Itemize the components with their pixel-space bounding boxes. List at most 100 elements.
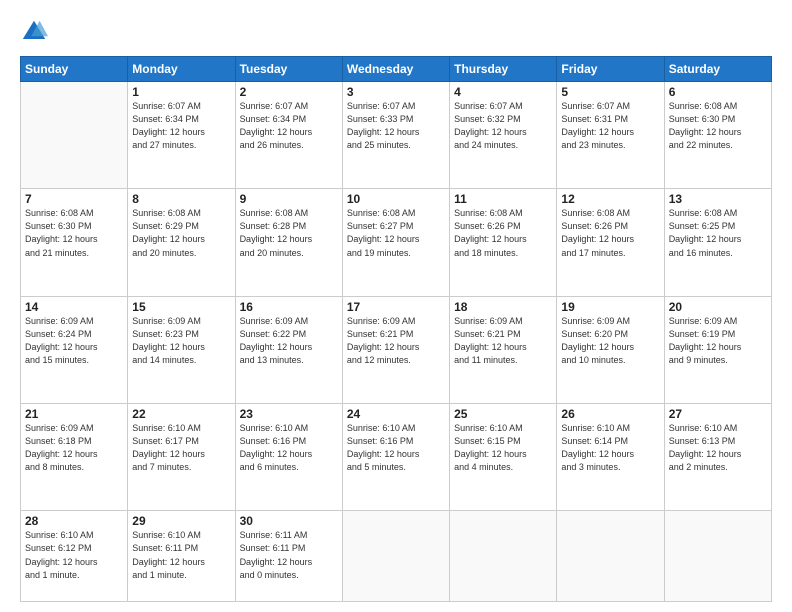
day-number: 22 xyxy=(132,407,230,421)
day-number: 4 xyxy=(454,85,552,99)
calendar-cell: 17Sunrise: 6:09 AM Sunset: 6:21 PM Dayli… xyxy=(342,296,449,403)
week-row-2: 7Sunrise: 6:08 AM Sunset: 6:30 PM Daylig… xyxy=(21,189,772,296)
day-number: 26 xyxy=(561,407,659,421)
calendar-cell: 9Sunrise: 6:08 AM Sunset: 6:28 PM Daylig… xyxy=(235,189,342,296)
calendar-cell xyxy=(557,511,664,602)
day-number: 12 xyxy=(561,192,659,206)
calendar-cell: 13Sunrise: 6:08 AM Sunset: 6:25 PM Dayli… xyxy=(664,189,771,296)
calendar-cell: 20Sunrise: 6:09 AM Sunset: 6:19 PM Dayli… xyxy=(664,296,771,403)
day-info: Sunrise: 6:08 AM Sunset: 6:26 PM Dayligh… xyxy=(454,207,552,259)
day-number: 21 xyxy=(25,407,123,421)
header xyxy=(20,18,772,46)
calendar-cell: 10Sunrise: 6:08 AM Sunset: 6:27 PM Dayli… xyxy=(342,189,449,296)
day-info: Sunrise: 6:10 AM Sunset: 6:13 PM Dayligh… xyxy=(669,422,767,474)
weekday-header-sunday: Sunday xyxy=(21,57,128,82)
calendar-table: SundayMondayTuesdayWednesdayThursdayFrid… xyxy=(20,56,772,602)
day-info: Sunrise: 6:08 AM Sunset: 6:25 PM Dayligh… xyxy=(669,207,767,259)
day-number: 13 xyxy=(669,192,767,206)
week-row-5: 28Sunrise: 6:10 AM Sunset: 6:12 PM Dayli… xyxy=(21,511,772,602)
calendar-cell xyxy=(450,511,557,602)
weekday-header-thursday: Thursday xyxy=(450,57,557,82)
day-info: Sunrise: 6:07 AM Sunset: 6:34 PM Dayligh… xyxy=(240,100,338,152)
weekday-header-tuesday: Tuesday xyxy=(235,57,342,82)
calendar-cell: 12Sunrise: 6:08 AM Sunset: 6:26 PM Dayli… xyxy=(557,189,664,296)
calendar-cell: 8Sunrise: 6:08 AM Sunset: 6:29 PM Daylig… xyxy=(128,189,235,296)
day-number: 3 xyxy=(347,85,445,99)
day-info: Sunrise: 6:07 AM Sunset: 6:33 PM Dayligh… xyxy=(347,100,445,152)
calendar-cell xyxy=(342,511,449,602)
day-info: Sunrise: 6:10 AM Sunset: 6:12 PM Dayligh… xyxy=(25,529,123,581)
day-info: Sunrise: 6:09 AM Sunset: 6:23 PM Dayligh… xyxy=(132,315,230,367)
day-number: 20 xyxy=(669,300,767,314)
day-number: 14 xyxy=(25,300,123,314)
calendar-cell: 11Sunrise: 6:08 AM Sunset: 6:26 PM Dayli… xyxy=(450,189,557,296)
calendar-cell: 18Sunrise: 6:09 AM Sunset: 6:21 PM Dayli… xyxy=(450,296,557,403)
calendar-cell: 3Sunrise: 6:07 AM Sunset: 6:33 PM Daylig… xyxy=(342,82,449,189)
day-info: Sunrise: 6:07 AM Sunset: 6:32 PM Dayligh… xyxy=(454,100,552,152)
calendar-cell xyxy=(664,511,771,602)
week-row-3: 14Sunrise: 6:09 AM Sunset: 6:24 PM Dayli… xyxy=(21,296,772,403)
day-info: Sunrise: 6:11 AM Sunset: 6:11 PM Dayligh… xyxy=(240,529,338,581)
day-info: Sunrise: 6:08 AM Sunset: 6:27 PM Dayligh… xyxy=(347,207,445,259)
calendar-cell: 26Sunrise: 6:10 AM Sunset: 6:14 PM Dayli… xyxy=(557,404,664,511)
calendar-cell: 24Sunrise: 6:10 AM Sunset: 6:16 PM Dayli… xyxy=(342,404,449,511)
week-row-1: 1Sunrise: 6:07 AM Sunset: 6:34 PM Daylig… xyxy=(21,82,772,189)
day-number: 7 xyxy=(25,192,123,206)
week-row-4: 21Sunrise: 6:09 AM Sunset: 6:18 PM Dayli… xyxy=(21,404,772,511)
calendar-cell: 27Sunrise: 6:10 AM Sunset: 6:13 PM Dayli… xyxy=(664,404,771,511)
day-number: 10 xyxy=(347,192,445,206)
calendar-cell: 19Sunrise: 6:09 AM Sunset: 6:20 PM Dayli… xyxy=(557,296,664,403)
day-info: Sunrise: 6:10 AM Sunset: 6:14 PM Dayligh… xyxy=(561,422,659,474)
calendar-cell: 30Sunrise: 6:11 AM Sunset: 6:11 PM Dayli… xyxy=(235,511,342,602)
page: SundayMondayTuesdayWednesdayThursdayFrid… xyxy=(0,0,792,612)
day-info: Sunrise: 6:09 AM Sunset: 6:24 PM Dayligh… xyxy=(25,315,123,367)
day-number: 6 xyxy=(669,85,767,99)
day-number: 8 xyxy=(132,192,230,206)
day-info: Sunrise: 6:09 AM Sunset: 6:19 PM Dayligh… xyxy=(669,315,767,367)
day-number: 1 xyxy=(132,85,230,99)
day-info: Sunrise: 6:10 AM Sunset: 6:16 PM Dayligh… xyxy=(240,422,338,474)
day-number: 27 xyxy=(669,407,767,421)
calendar-cell: 15Sunrise: 6:09 AM Sunset: 6:23 PM Dayli… xyxy=(128,296,235,403)
weekday-header-saturday: Saturday xyxy=(664,57,771,82)
calendar-cell: 5Sunrise: 6:07 AM Sunset: 6:31 PM Daylig… xyxy=(557,82,664,189)
calendar-cell: 28Sunrise: 6:10 AM Sunset: 6:12 PM Dayli… xyxy=(21,511,128,602)
day-info: Sunrise: 6:07 AM Sunset: 6:31 PM Dayligh… xyxy=(561,100,659,152)
day-info: Sunrise: 6:10 AM Sunset: 6:16 PM Dayligh… xyxy=(347,422,445,474)
day-info: Sunrise: 6:08 AM Sunset: 6:26 PM Dayligh… xyxy=(561,207,659,259)
day-number: 11 xyxy=(454,192,552,206)
day-number: 16 xyxy=(240,300,338,314)
weekday-header-row: SundayMondayTuesdayWednesdayThursdayFrid… xyxy=(21,57,772,82)
calendar-cell: 21Sunrise: 6:09 AM Sunset: 6:18 PM Dayli… xyxy=(21,404,128,511)
day-info: Sunrise: 6:08 AM Sunset: 6:30 PM Dayligh… xyxy=(669,100,767,152)
day-info: Sunrise: 6:10 AM Sunset: 6:17 PM Dayligh… xyxy=(132,422,230,474)
day-info: Sunrise: 6:09 AM Sunset: 6:18 PM Dayligh… xyxy=(25,422,123,474)
calendar-cell: 23Sunrise: 6:10 AM Sunset: 6:16 PM Dayli… xyxy=(235,404,342,511)
day-number: 19 xyxy=(561,300,659,314)
weekday-header-friday: Friday xyxy=(557,57,664,82)
calendar-cell: 4Sunrise: 6:07 AM Sunset: 6:32 PM Daylig… xyxy=(450,82,557,189)
logo xyxy=(20,18,52,46)
day-info: Sunrise: 6:08 AM Sunset: 6:29 PM Dayligh… xyxy=(132,207,230,259)
calendar-cell: 7Sunrise: 6:08 AM Sunset: 6:30 PM Daylig… xyxy=(21,189,128,296)
calendar-cell: 25Sunrise: 6:10 AM Sunset: 6:15 PM Dayli… xyxy=(450,404,557,511)
calendar-cell: 6Sunrise: 6:08 AM Sunset: 6:30 PM Daylig… xyxy=(664,82,771,189)
day-info: Sunrise: 6:08 AM Sunset: 6:28 PM Dayligh… xyxy=(240,207,338,259)
day-info: Sunrise: 6:09 AM Sunset: 6:21 PM Dayligh… xyxy=(454,315,552,367)
day-number: 17 xyxy=(347,300,445,314)
day-number: 15 xyxy=(132,300,230,314)
calendar-cell: 16Sunrise: 6:09 AM Sunset: 6:22 PM Dayli… xyxy=(235,296,342,403)
day-number: 2 xyxy=(240,85,338,99)
day-number: 24 xyxy=(347,407,445,421)
calendar-cell: 1Sunrise: 6:07 AM Sunset: 6:34 PM Daylig… xyxy=(128,82,235,189)
day-number: 23 xyxy=(240,407,338,421)
weekday-header-wednesday: Wednesday xyxy=(342,57,449,82)
day-number: 25 xyxy=(454,407,552,421)
day-info: Sunrise: 6:07 AM Sunset: 6:34 PM Dayligh… xyxy=(132,100,230,152)
day-number: 29 xyxy=(132,514,230,528)
day-info: Sunrise: 6:08 AM Sunset: 6:30 PM Dayligh… xyxy=(25,207,123,259)
calendar-cell: 22Sunrise: 6:10 AM Sunset: 6:17 PM Dayli… xyxy=(128,404,235,511)
day-info: Sunrise: 6:10 AM Sunset: 6:11 PM Dayligh… xyxy=(132,529,230,581)
calendar-cell: 29Sunrise: 6:10 AM Sunset: 6:11 PM Dayli… xyxy=(128,511,235,602)
calendar-cell: 2Sunrise: 6:07 AM Sunset: 6:34 PM Daylig… xyxy=(235,82,342,189)
